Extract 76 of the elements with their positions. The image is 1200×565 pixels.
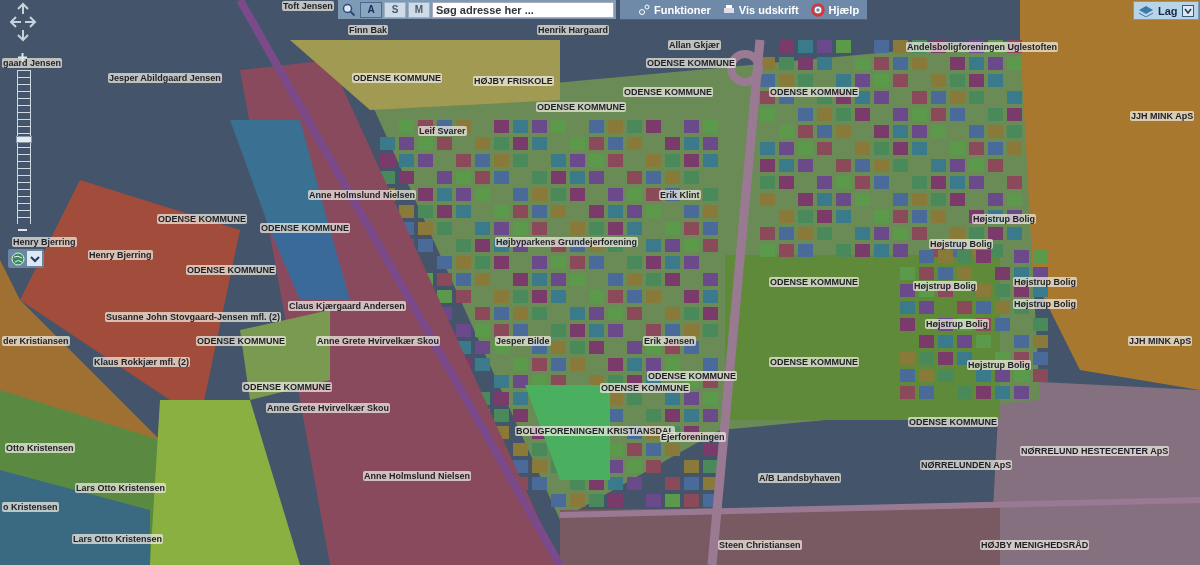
map-label: ODENSE KOMMUNE (647, 371, 737, 381)
map-label: Anne Holmslund Nielsen (308, 190, 416, 200)
map-label: ODENSE KOMMUNE (769, 87, 859, 97)
map-label: Højstrup Bolig (929, 239, 993, 249)
map-label: NØRRELUND HESTECENTER ApS (1020, 446, 1170, 456)
map-label: Steen Christiansen (718, 540, 802, 550)
map-label: ODENSE KOMMUNE (196, 336, 286, 346)
map-label: ODENSE KOMMUNE (186, 265, 276, 275)
pan-arrows-icon[interactable] (8, 2, 38, 42)
map-label: Jesper Bilde (495, 336, 551, 346)
search-mode-button[interactable]: M (408, 1, 430, 18)
map-label: JJH MINK ApS (1128, 336, 1193, 346)
map-label: ODENSE KOMMUNE (908, 417, 998, 427)
layers-icon (1138, 4, 1154, 17)
map-label: JJH MINK ApS (1130, 111, 1195, 121)
map-label: Ejerforeningen (660, 432, 726, 442)
map-label: ODENSE KOMMUNE (242, 382, 332, 392)
print-menu[interactable]: Vis udskrift (722, 3, 799, 16)
map-label: Finn Bak (348, 25, 388, 35)
map-label: ODENSE KOMMUNE (646, 58, 736, 68)
gears-icon (638, 3, 650, 16)
map-label: Jesper Abildgaard Jensen (108, 73, 222, 83)
address-search-field[interactable]: Søg adresse her ... (432, 1, 614, 18)
map-label: ODENSE KOMMUNE (536, 102, 626, 112)
map-label: Toft Jensen (282, 1, 334, 11)
zoom-slider-thumb[interactable] (16, 135, 32, 143)
map-label: Højbyparkens Grundejerforening (495, 237, 639, 247)
map-label: Henry Bjerring (88, 250, 153, 260)
map-label: o Kristensen (2, 502, 59, 512)
map-label: der Kristiansen (2, 336, 70, 346)
map-label: Leif Svarer (418, 126, 467, 136)
layers-button[interactable]: Lag (1133, 1, 1199, 20)
zoom-out-icon[interactable] (17, 228, 28, 232)
map-label: Otto Kristensen (5, 443, 75, 453)
map-label: ODENSE KOMMUNE (352, 73, 442, 83)
map-label: Højstrup Bolig (925, 319, 989, 329)
map-label: Klaus Rokkjær mfl. (2) (93, 357, 191, 367)
map-label: Anne Grete Hvirvelkær Skou (316, 336, 441, 346)
map-label: Anne Holmslund Nielsen (363, 471, 471, 481)
caret-icon (1181, 4, 1194, 17)
map-label: ODENSE KOMMUNE (157, 214, 247, 224)
caret-icon[interactable] (27, 251, 42, 266)
zoom-slider-track[interactable] (17, 70, 31, 224)
map-label: HØJBY FRISKOLE (473, 76, 554, 86)
map-label: Henry Bjerring (12, 237, 77, 247)
map-label: Højstrup Bolig (967, 360, 1031, 370)
map-label: Lars Otto Kristensen (75, 483, 167, 493)
map-label: Andelsboligforeningen Uglestoften (906, 42, 1058, 52)
map-label: ODENSE KOMMUNE (769, 357, 859, 367)
map-label: gaard Jensen (2, 58, 63, 68)
printer-icon (722, 3, 735, 16)
map-label: ODENSE KOMMUNE (769, 277, 859, 287)
map-label: Allan Gkjær (668, 40, 721, 50)
map-label: Anne Grete Hvirvelkær Skou (266, 403, 391, 413)
map-label: Højstrup Bolig (913, 281, 977, 291)
lifebuoy-icon (810, 2, 825, 17)
map-label: HØJBY MENIGHEDSRÅD (980, 540, 1090, 550)
map-label: ODENSE KOMMUNE (623, 87, 713, 97)
map-label: Susanne John Stovgaard-Jensen mfl. (2) (105, 312, 282, 322)
help-menu[interactable]: Hjælp (810, 2, 860, 17)
functions-menu[interactable]: Funktioner (638, 3, 711, 16)
map-label: Henrik Hargaard (537, 25, 610, 35)
map-label: Højstrup Bolig (1013, 277, 1077, 287)
map-label: Claus Kjærgaard Andersen (288, 301, 406, 311)
map-label: ODENSE KOMMUNE (260, 223, 350, 233)
map-label: Højstrup Bolig (972, 214, 1036, 224)
map-label: Lars Otto Kristensen (72, 534, 164, 544)
search-mode-button[interactable]: A (360, 1, 382, 18)
search-mode-button[interactable]: S (384, 1, 406, 18)
map-label: Højstrup Bolig (1013, 299, 1077, 309)
map-label: Erik Jensen (643, 336, 696, 346)
map-label: A/B Landsbyhaven (758, 473, 842, 483)
map-label: ODENSE KOMMUNE (600, 383, 690, 393)
zoom-to-icon[interactable] (340, 1, 358, 18)
map-label: Erik Klint (659, 190, 701, 200)
map-label: NØRRELUNDEN ApS (920, 460, 1013, 470)
